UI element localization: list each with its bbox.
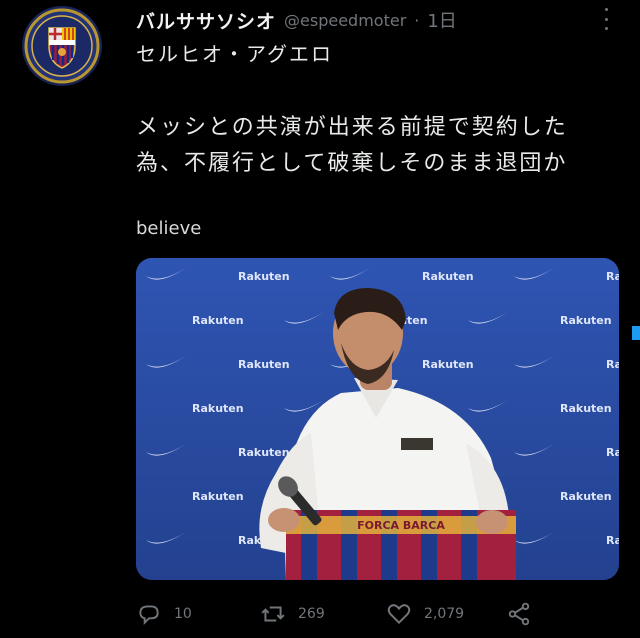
sponsor-logo-text: Rakuten xyxy=(560,314,612,327)
tweet-text-line: 為、不履行として破棄しそのまま退団か xyxy=(136,151,568,176)
sponsor-logo-text: Rakuten xyxy=(192,490,244,503)
scroll-indicator xyxy=(632,326,640,340)
share-icon xyxy=(508,602,530,626)
reply-icon xyxy=(139,605,159,626)
retweet-count: 269 xyxy=(298,606,325,622)
sponsor-logo-text: Rakuten xyxy=(192,314,244,327)
sponsor-logo-text: Rakuten xyxy=(560,490,612,503)
timestamp[interactable]: 1日 xyxy=(427,7,456,33)
sponsor-logo-text: Rakuten xyxy=(560,402,612,415)
sponsor-logo-text: Rakuten xyxy=(422,358,474,371)
user-handle[interactable]: @espeedmoter xyxy=(284,11,406,30)
sponsor-logo-text: Rakuten xyxy=(192,402,244,415)
sponsor-logo-text: Rakuten xyxy=(238,446,290,459)
sponsor-logo-text: Rakuten xyxy=(422,270,474,283)
reply-count: 10 xyxy=(174,606,192,622)
scarf-text: FORCA BARCA xyxy=(357,519,445,532)
sponsor-logo-text: Rakuten xyxy=(238,358,290,371)
sponsor-logo-text: Rakuten xyxy=(560,578,612,580)
share-button[interactable] xyxy=(506,596,546,632)
sponsor-logo-text: Rakuten xyxy=(192,578,244,580)
sponsor-logo-text: Rakuten xyxy=(606,446,619,459)
tweet-text-line: メッシとの共演が出来る前提で契約した xyxy=(136,115,568,140)
more-icon[interactable] xyxy=(596,8,616,30)
tweet-text: メッシとの共演が出来る前提で契約した 為、不履行として破棄しそのまま退団か xyxy=(136,110,622,182)
display-name[interactable]: バルササソシオ xyxy=(136,7,276,34)
reply-button[interactable]: 10 xyxy=(136,596,260,632)
tweet-tag-word: believe xyxy=(136,218,202,239)
tweet-subtitle: セルヒオ・アグエロ xyxy=(136,42,333,66)
tweet-media-photo[interactable]: Rakuten Rakuten Rakuten Rakuten Rakuten Rakut… xyxy=(136,258,619,580)
avatar[interactable] xyxy=(22,6,102,86)
separator-dot: · xyxy=(414,10,420,30)
sponsor-logo-text: Rakuten xyxy=(238,270,290,283)
retweet-icon xyxy=(261,606,285,622)
like-count: 2,079 xyxy=(424,606,465,622)
sponsor-logo-text: Rakuten xyxy=(606,270,619,283)
retweet-button[interactable]: 269 xyxy=(260,596,386,632)
crest-icon xyxy=(24,8,100,84)
like-icon xyxy=(387,604,411,625)
tweet-header: バルササソシオ @espeedmoter · 1日 xyxy=(136,6,576,34)
like-button[interactable]: 2,079 xyxy=(386,596,506,632)
sponsor-logo-text: Rakuten xyxy=(606,358,619,371)
tweet-actions: 10 269 2,079 xyxy=(136,596,606,632)
press-conference-photo: Rakuten Rakuten Rakuten Rakuten Rakuten Rakut… xyxy=(136,258,619,580)
sponsor-logo-text: Rakuten xyxy=(606,534,619,547)
